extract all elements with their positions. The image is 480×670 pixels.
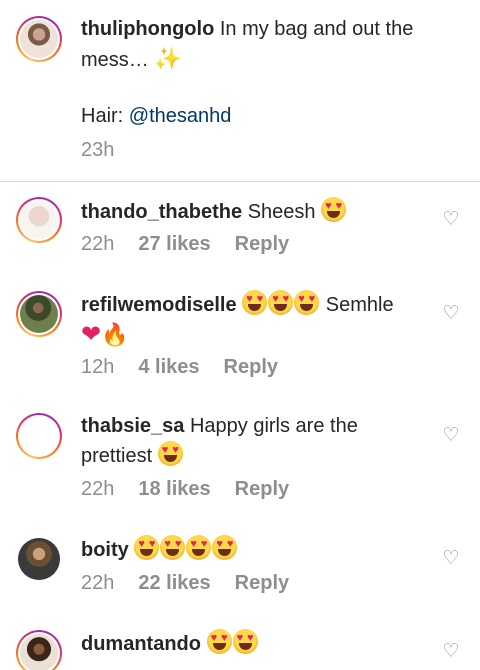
heart-eyes-emoji-icon [206, 629, 232, 654]
comment-text: refilwemodiselle Semhle ❤🔥 [81, 290, 441, 351]
commenter-avatar[interactable] [16, 197, 62, 243]
heart-eyes-emoji-icon [212, 535, 238, 560]
reply-button[interactable]: Reply [224, 356, 278, 378]
heart-outline-icon[interactable]: ♡ [441, 210, 461, 230]
comment-likes[interactable]: 18 likes [138, 478, 210, 500]
heart-eyes-emoji-icon [160, 535, 186, 560]
caption-time: 23h [81, 139, 115, 161]
comment-username[interactable]: refilwemodiselle [81, 294, 237, 316]
heart-eyes-emoji-icon [232, 629, 258, 654]
comment-body-line-2: prettiest [81, 445, 153, 467]
comment-time: 22h [81, 572, 115, 594]
sparkles-icon: ✨ [154, 46, 182, 71]
divider [0, 181, 480, 182]
fire-icon: 🔥 [101, 322, 129, 347]
heart-eyes-emoji-icon [321, 197, 347, 222]
comment-likes[interactable]: 4 likes [138, 356, 199, 378]
hair-label: Hair: [81, 105, 124, 127]
comment-text: boity [81, 535, 238, 565]
comment-username[interactable]: thando_thabethe [81, 201, 242, 223]
caption-meta: 23h [81, 139, 138, 162]
reply-button[interactable]: Reply [235, 572, 289, 594]
comment-time: 12h [81, 356, 115, 378]
comment-meta: 22h 27 likes Reply [81, 233, 313, 256]
reply-button[interactable]: Reply [235, 233, 289, 255]
heart-eyes-emoji-icon [157, 441, 183, 466]
heart-outline-icon[interactable]: ♡ [441, 304, 461, 324]
comment-time: 22h [81, 233, 115, 255]
heart-eyes-emoji-icon [242, 290, 268, 315]
comment-likes[interactable]: 22 likes [138, 572, 210, 594]
heart-outline-icon[interactable]: ♡ [441, 549, 461, 569]
heart-eyes-emoji-icon [294, 290, 320, 315]
red-heart-icon: ❤ [81, 321, 102, 348]
reply-button[interactable]: Reply [235, 478, 289, 500]
commenter-avatar[interactable] [16, 413, 62, 459]
comment-body: Sheesh [247, 201, 316, 223]
comment-body: Happy girls are the [189, 415, 358, 437]
comment-body: Semhle [325, 294, 394, 316]
heart-outline-icon[interactable]: ♡ [441, 642, 461, 662]
comment-meta: 12h 4 likes Reply [81, 356, 302, 379]
caption-hair-line: Hair: @thesanhd [81, 102, 231, 131]
comment-likes[interactable]: 27 likes [138, 233, 210, 255]
caption-text: thuliphongolo In my bag and out the mess… [81, 15, 461, 75]
commenter-avatar[interactable] [16, 630, 62, 670]
comment-text: dumantando [81, 629, 259, 659]
hair-mention-link[interactable]: @thesanhd [129, 105, 232, 127]
heart-eyes-emoji-icon [134, 535, 160, 560]
heart-eyes-emoji-icon [268, 290, 294, 315]
heart-eyes-emoji-icon [186, 535, 212, 560]
post-caption: thuliphongolo In my bag and out the mess… [0, 0, 480, 182]
comment-text: thando_thabethe Sheesh [81, 197, 347, 227]
comment-username[interactable]: boity [81, 539, 129, 561]
comment-meta: 22h 18 likes Reply [81, 478, 313, 501]
commenter-avatar[interactable] [18, 538, 60, 580]
comment-time: 22h [81, 478, 115, 500]
heart-outline-icon[interactable]: ♡ [441, 426, 461, 446]
commenter-avatar[interactable] [16, 291, 62, 337]
caption-avatar[interactable] [16, 16, 62, 62]
comment-meta: 22h 22 likes Reply [81, 572, 313, 595]
caption-username[interactable]: thuliphongolo [81, 18, 214, 40]
comment-username[interactable]: thabsie_sa [81, 415, 184, 437]
comment-username[interactable]: dumantando [81, 633, 201, 655]
comment-text: thabsie_sa Happy girls are the prettiest [81, 412, 421, 471]
